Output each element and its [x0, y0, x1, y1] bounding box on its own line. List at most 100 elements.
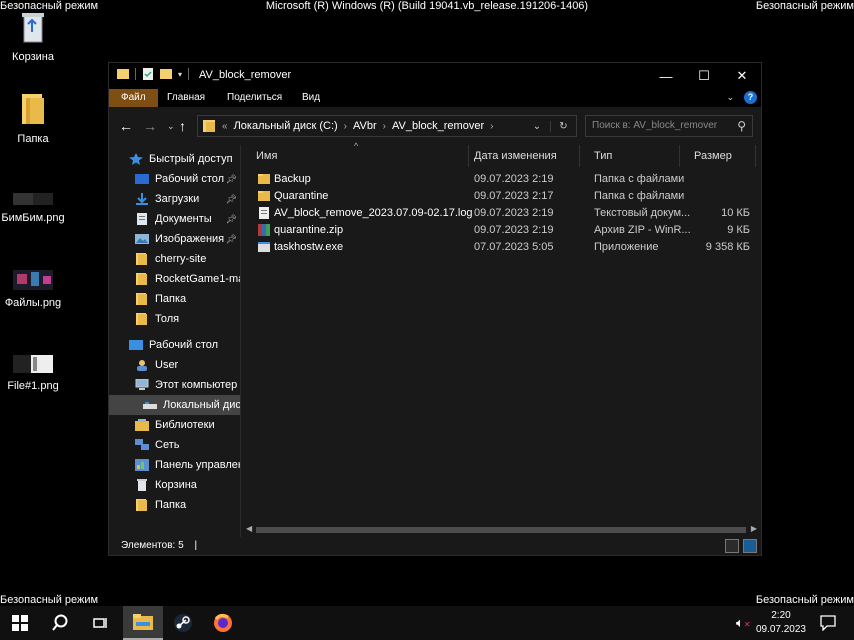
title-bar[interactable]: ▾ AV_block_remover — ☐ ✕	[109, 63, 761, 89]
control-panel-icon	[135, 459, 149, 471]
nav-item-papka[interactable]: Папка	[109, 289, 240, 309]
folder-icon	[258, 174, 270, 184]
item-count: Элементов: 5	[121, 540, 184, 551]
maximize-button[interactable]: ☐	[685, 63, 723, 89]
taskbar-file-explorer[interactable]	[123, 606, 163, 640]
folder-icon	[117, 69, 129, 79]
window-title: AV_block_remover	[199, 69, 292, 81]
taskbar-firefox[interactable]	[203, 606, 243, 640]
tab-share[interactable]: Поделиться	[219, 89, 290, 107]
chevron-right-icon[interactable]: ›	[344, 121, 347, 132]
nav-tree-control-panel[interactable]: Панель управлени	[109, 455, 240, 475]
desktop-icon-faily-png[interactable]: Файлы.png	[0, 270, 71, 309]
desktop-icon-bimbim-png[interactable]: БимБим.png	[0, 193, 71, 224]
folder-icon	[0, 92, 71, 129]
text-file-icon	[259, 207, 269, 219]
folder-icon	[203, 120, 215, 132]
search-input[interactable]: Поиск в: AV_block_remover ⚲	[585, 115, 753, 137]
task-view-icon	[93, 618, 107, 628]
tab-view[interactable]: Вид	[294, 89, 328, 107]
nav-item-desktop[interactable]: Рабочий стол 📌︎	[109, 169, 240, 189]
column-header-date[interactable]: Дата изменения	[460, 145, 580, 167]
up-arrow-icon[interactable]: ↑	[179, 118, 186, 134]
pin-icon: 📌︎	[225, 233, 237, 244]
recycle-bin-icon	[0, 8, 71, 47]
properties-icon[interactable]	[142, 68, 154, 80]
help-icon[interactable]: ?	[744, 91, 757, 104]
file-row-quarantine-zip[interactable]: quarantine.zip 09.07.2023 2:19 Архив ZIP…	[242, 222, 750, 239]
chevron-right-icon[interactable]: ›	[490, 121, 493, 132]
file-row-backup[interactable]: Backup 09.07.2023 2:19 Папка с файлами	[242, 171, 747, 188]
minimize-button[interactable]: —	[647, 63, 685, 89]
column-header-type[interactable]: Тип	[580, 145, 680, 167]
nav-item-pictures[interactable]: Изображения 📌︎	[109, 229, 240, 249]
exe-icon	[258, 242, 270, 252]
breadcrumb-local-disk[interactable]: Локальный диск (C:)	[234, 120, 338, 132]
nav-quick-access[interactable]: Быстрый доступ	[109, 149, 240, 169]
column-header-size[interactable]: Размер	[680, 145, 756, 167]
folder-icon	[258, 191, 270, 201]
desktop-icon-file1-png[interactable]: File#1.png	[0, 355, 71, 392]
chevron-right-icon[interactable]: ›	[383, 121, 386, 132]
scroll-right-icon[interactable]: ▶	[751, 524, 757, 533]
nav-tree-network[interactable]: Сеть	[109, 435, 240, 455]
status-bar: Элементов: 5 |	[109, 537, 761, 555]
speaker-muted-icon[interactable]: 🔈︎✕	[736, 615, 751, 631]
column-header-name[interactable]: Имя	[242, 145, 469, 167]
windows-build-label: Microsoft (R) Windows (R) (Build 19041.v…	[265, 0, 589, 12]
nav-tree-user[interactable]: User	[109, 355, 240, 375]
libraries-icon	[135, 419, 149, 431]
nav-item-rocketgame[interactable]: RocketGame1-main	[109, 269, 240, 289]
back-arrow-icon[interactable]: ←	[119, 118, 133, 134]
desktop-icon-folder[interactable]: Папка	[0, 92, 71, 145]
nav-tree-papka[interactable]: Папка	[109, 495, 240, 515]
nav-tree-recycle-bin[interactable]: Корзина	[109, 475, 240, 495]
desktop-icon	[129, 340, 143, 350]
file-row-log[interactable]: AV_block_remove_2023.07.09-02.17.log 09.…	[242, 205, 750, 222]
folder-icon	[136, 313, 147, 325]
recent-locations-icon[interactable]: ⌄	[167, 121, 175, 132]
clock[interactable]: 2:20 09.07.2023	[756, 609, 806, 637]
forward-arrow-icon[interactable]: →	[143, 118, 157, 134]
address-overflow[interactable]: «	[222, 121, 228, 132]
close-button[interactable]: ✕	[723, 63, 761, 89]
nav-item-tolya[interactable]: Толя	[109, 309, 240, 329]
taskbar-steam[interactable]	[163, 606, 203, 640]
details-view-icon[interactable]	[725, 539, 739, 553]
taskbar: 🔈︎✕ 2:20 09.07.2023	[0, 606, 854, 640]
notifications-button[interactable]	[808, 606, 848, 640]
nav-desktop-root[interactable]: Рабочий стол	[109, 335, 240, 355]
refresh-icon[interactable]: ↻	[550, 120, 576, 132]
address-history-icon[interactable]: ⌄	[524, 121, 550, 132]
expand-ribbon-icon[interactable]: ⌄	[726, 92, 734, 103]
nav-item-downloads[interactable]: Загрузки 📌︎	[109, 189, 240, 209]
breadcrumb-avbr[interactable]: AVbr	[353, 120, 377, 132]
customize-toolbar-icon[interactable]: ▾	[178, 70, 182, 79]
tab-home[interactable]: Главная	[159, 89, 213, 107]
nav-tree-local-disk[interactable]: Локальный диск	[109, 395, 240, 415]
new-folder-icon[interactable]	[160, 68, 172, 80]
nav-item-cherry-site[interactable]: cherry-site	[109, 249, 240, 269]
large-icons-view-icon[interactable]	[743, 539, 757, 553]
file-row-quarantine[interactable]: Quarantine 09.07.2023 2:17 Папка с файла…	[242, 188, 747, 205]
folder-icon	[136, 253, 147, 265]
navigation-pane: Быстрый доступ Рабочий стол 📌︎ Загрузки 📌︎…	[109, 145, 241, 537]
nav-tree-this-pc[interactable]: Этот компьютер	[109, 375, 240, 395]
search-button[interactable]	[40, 606, 80, 640]
safe-mode-label-bottom-left: Безопасный режим	[0, 594, 99, 606]
address-bar[interactable]: « Локальный диск (C:) › AVbr › AV_block_…	[197, 115, 577, 137]
file-row-taskhostw[interactable]: taskhostw.exe 07.07.2023 5:05 Приложение…	[242, 239, 750, 256]
tab-file[interactable]: Файл	[109, 89, 158, 107]
nav-tree-libraries[interactable]: Библиотеки	[109, 415, 240, 435]
breadcrumb-av-block-remover[interactable]: AV_block_remover	[392, 120, 484, 132]
desktop-icon-recycle-bin[interactable]: Корзина	[0, 8, 71, 63]
horizontal-scrollbar[interactable]: ◀ ▶	[242, 523, 761, 537]
address-row: ← → ⌄ ↑ « Локальный диск (C:) › AVbr › A…	[109, 107, 761, 145]
start-button[interactable]	[0, 606, 40, 640]
nav-item-documents[interactable]: Документы 📌︎	[109, 209, 240, 229]
scrollbar-thumb[interactable]	[256, 527, 746, 533]
image-file-icon	[0, 270, 71, 293]
file-list: ^ Имя Дата изменения Тип Размер Backup 0…	[242, 141, 761, 537]
task-view-button[interactable]	[80, 606, 120, 640]
scroll-left-icon[interactable]: ◀	[246, 524, 252, 533]
